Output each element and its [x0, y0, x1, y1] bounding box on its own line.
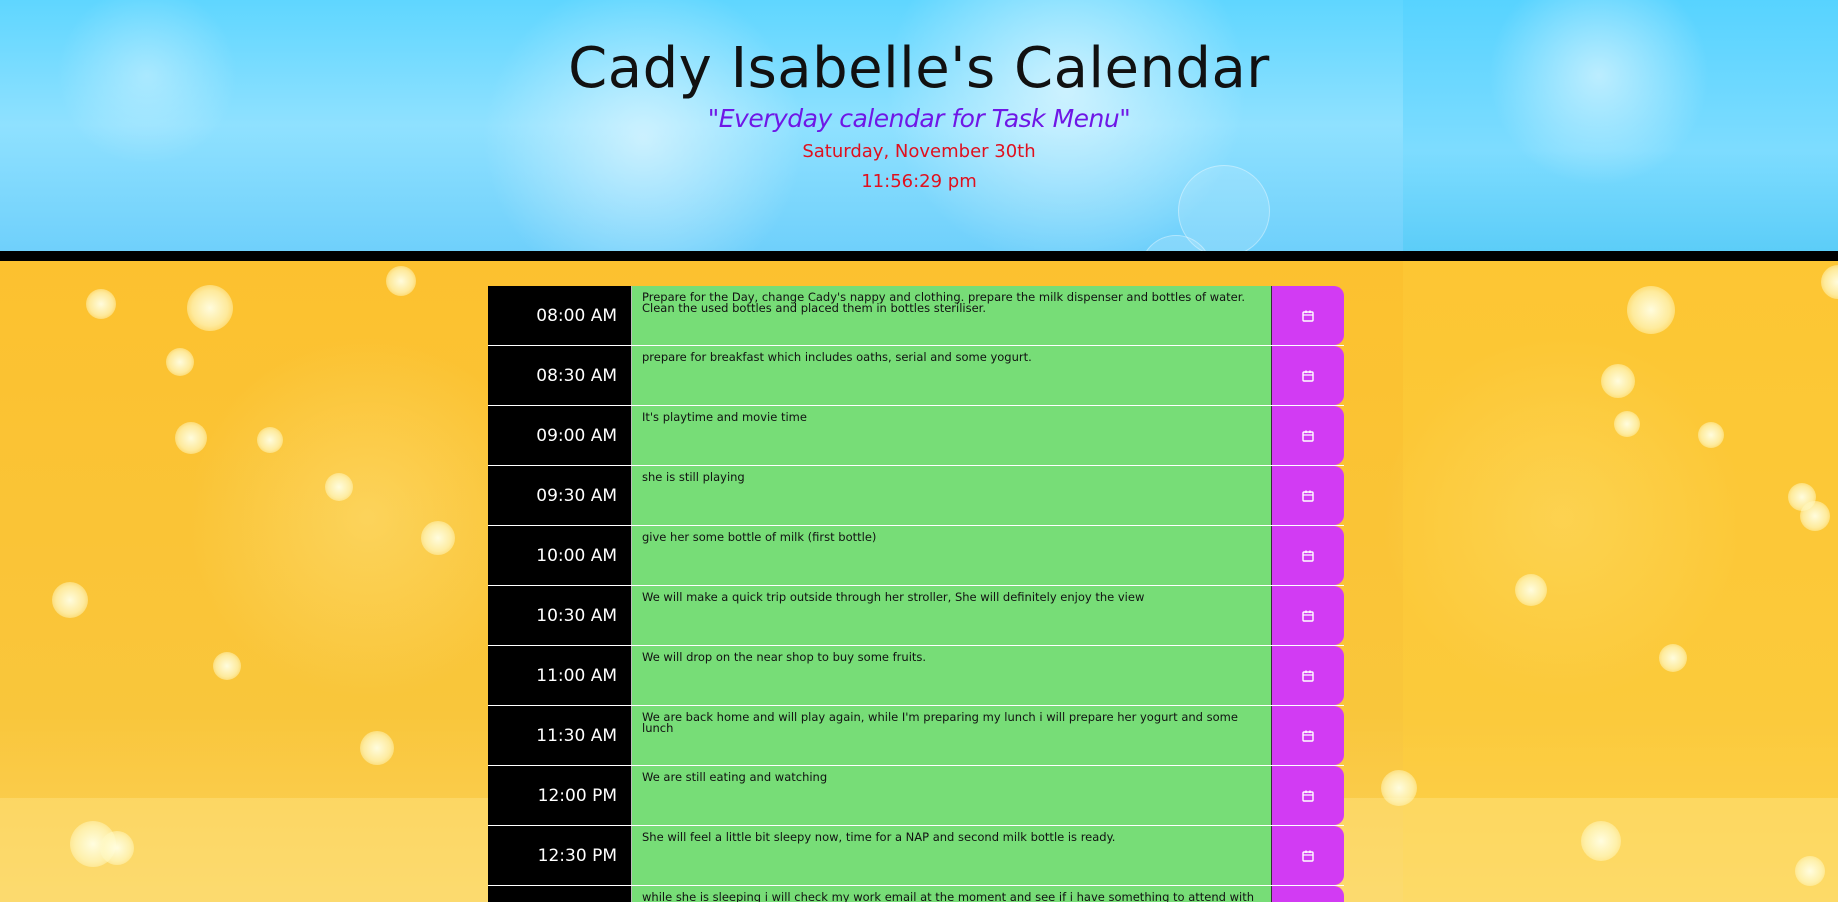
hour-label: 08:00 AM: [488, 286, 631, 345]
save-button[interactable]: [1272, 646, 1344, 705]
time-block-row: 10:30 AM We will make a quick trip outsi…: [488, 586, 1344, 646]
bokeh-dot: [360, 731, 394, 765]
current-time: 11:56:29 pm: [861, 171, 977, 192]
bokeh-dot: [1795, 856, 1825, 886]
bokeh-dot: [1800, 501, 1830, 531]
calendar-save-icon: [1302, 490, 1314, 502]
time-block-row: 11:30 AM We are back home and will play …: [488, 706, 1344, 766]
bokeh-dot: [166, 348, 194, 376]
bokeh-dot: [52, 582, 88, 618]
hour-label: 11:00 AM: [488, 646, 631, 705]
time-block-row: 12:30 PM She will feel a little bit slee…: [488, 826, 1344, 886]
task-description-field[interactable]: We will drop on the near shop to buy som…: [631, 646, 1272, 705]
task-description-field[interactable]: We are back home and will play again, wh…: [631, 706, 1272, 765]
time-block-row: while she is sleeping i will check my wo…: [488, 886, 1344, 902]
calendar-save-icon: [1302, 370, 1314, 382]
bokeh-dot: [1601, 364, 1635, 398]
bokeh-dot: [1515, 574, 1547, 606]
task-description-field[interactable]: She will feel a little bit sleepy now, t…: [631, 826, 1272, 885]
bokeh-dot: [257, 427, 283, 453]
save-button[interactable]: [1272, 766, 1344, 825]
save-button[interactable]: [1272, 526, 1344, 585]
time-block-row: 08:30 AM prepare for breakfast which inc…: [488, 346, 1344, 406]
bokeh-dot: [1581, 821, 1621, 861]
bokeh-dot: [1627, 286, 1675, 334]
bokeh-dot: [421, 521, 455, 555]
bokeh-dot: [187, 285, 233, 331]
time-block-row: 09:00 AM It's playtime and movie time: [488, 406, 1344, 466]
hour-label: 09:30 AM: [488, 466, 631, 525]
hour-label: 09:00 AM: [488, 406, 631, 465]
time-block-row: 08:00 AM Prepare for the Day, change Cad…: [488, 286, 1344, 346]
save-button[interactable]: [1272, 466, 1344, 525]
bokeh-dot: [213, 652, 241, 680]
task-description-field[interactable]: give her some bottle of milk (first bott…: [631, 526, 1272, 585]
calendar-save-icon: [1302, 610, 1314, 622]
save-button[interactable]: [1272, 346, 1344, 405]
task-description-field[interactable]: Prepare for the Day, change Cady's nappy…: [631, 286, 1272, 345]
save-button[interactable]: [1272, 826, 1344, 885]
hour-label: 10:00 AM: [488, 526, 631, 585]
page-subtitle: "Everyday calendar for Task Menu": [707, 104, 1131, 133]
task-description-field[interactable]: We will make a quick trip outside throug…: [631, 586, 1272, 645]
time-block-row: 10:00 AM give her some bottle of milk (f…: [488, 526, 1344, 586]
task-description-field[interactable]: It's playtime and movie time: [631, 406, 1272, 465]
bokeh-dot: [386, 266, 416, 296]
bokeh-dot: [1698, 422, 1724, 448]
save-button[interactable]: [1272, 286, 1344, 345]
current-date: Saturday, November 30th: [802, 141, 1036, 162]
task-description-field[interactable]: she is still playing: [631, 466, 1272, 525]
bokeh-dot: [1659, 644, 1687, 672]
hour-label: [488, 886, 631, 902]
hour-label: 12:00 PM: [488, 766, 631, 825]
page-title: Cady Isabelle's Calendar: [568, 36, 1270, 101]
hour-label: 08:30 AM: [488, 346, 631, 405]
hour-label: 12:30 PM: [488, 826, 631, 885]
schedule-table: 08:00 AM Prepare for the Day, change Cad…: [488, 286, 1344, 902]
calendar-save-icon: [1302, 670, 1314, 682]
task-description-field[interactable]: prepare for breakfast which includes oat…: [631, 346, 1272, 405]
bokeh-dot: [86, 289, 116, 319]
bokeh-dot: [100, 831, 134, 865]
calendar-save-icon: [1302, 790, 1314, 802]
bokeh-dot: [175, 422, 207, 454]
calendar-save-icon: [1302, 550, 1314, 562]
time-block-row: 12:00 PM We are still eating and watchin…: [488, 766, 1344, 826]
bokeh-dot: [1614, 411, 1640, 437]
time-block-row: 11:00 AM We will drop on the near shop t…: [488, 646, 1344, 706]
save-button[interactable]: [1272, 406, 1344, 465]
save-button[interactable]: [1272, 586, 1344, 645]
bokeh-dot: [1381, 770, 1417, 806]
save-button[interactable]: [1272, 706, 1344, 765]
calendar-save-icon: [1302, 850, 1314, 862]
page-header: Cady Isabelle's Calendar "Everyday calen…: [0, 0, 1838, 251]
hour-label: 10:30 AM: [488, 586, 631, 645]
task-description-field[interactable]: while she is sleeping i will check my wo…: [631, 886, 1272, 902]
save-button[interactable]: [1272, 886, 1344, 902]
calendar-save-icon: [1302, 730, 1314, 742]
calendar-save-icon: [1302, 430, 1314, 442]
bokeh-dot: [325, 473, 353, 501]
calendar-save-icon: [1302, 310, 1314, 322]
task-description-field[interactable]: We are still eating and watching: [631, 766, 1272, 825]
header-divider: [0, 251, 1838, 261]
time-block-row: 09:30 AM she is still playing: [488, 466, 1344, 526]
hour-label: 11:30 AM: [488, 706, 631, 765]
